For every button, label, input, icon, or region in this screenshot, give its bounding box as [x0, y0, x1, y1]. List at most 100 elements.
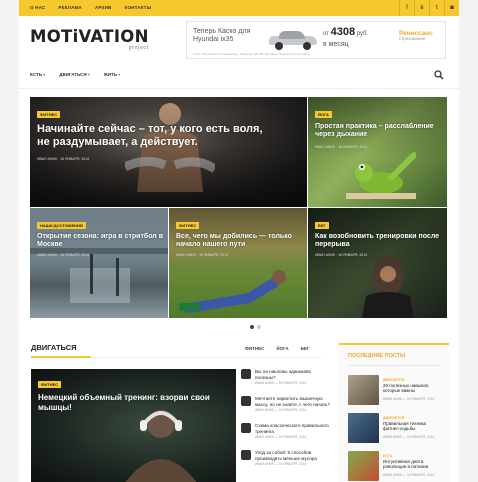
section-post-list: Вы ли наклоны одинаково полезны? ИВАН АН… — [241, 369, 331, 477]
insurer-sub: страхование — [399, 36, 426, 42]
list-thumb — [241, 450, 251, 460]
recent-post-thumb — [348, 451, 379, 481]
featured-tile-yoga[interactable]: ЙОГА Простая практика – расслабление чер… — [308, 97, 447, 207]
tile-author: ИВАН АНИК — [315, 145, 335, 149]
price-value: 4308 — [330, 26, 356, 38]
list-item-title[interactable]: Мечтаете нарастить мышечную массу, но не… — [255, 396, 331, 407]
tile-title[interactable]: Все, чего мы добились — только начало на… — [176, 233, 302, 250]
main-nav: ЕСТЬ ДВИГАТЬСЯ ЖИТЬ — [30, 72, 120, 77]
banner-headline: Теперь Каско для Hyundai ix35 — [193, 28, 250, 45]
price-suffix: руб. — [356, 31, 369, 37]
top-nav-about[interactable]: О НАС — [30, 5, 45, 10]
recent-post-date: ИВАН АНИК — 16 ЯНВАРЯ, 2014 — [383, 435, 435, 439]
recent-post-category[interactable]: ЕСТЬ — [383, 454, 392, 458]
list-item-date: ИВАН АНИК — 16 ЯНВАРЯ, 2014 — [255, 435, 307, 440]
banner-fine-print: ООО «Ренессанс Страхование». Лицензия ЦБ… — [193, 52, 311, 56]
recent-post-date: ИВАН АНИК — 16 ЯНВАРЯ, 2014 — [383, 397, 435, 401]
recent-post[interactable]: ЕСТЬ Интуитивная диета: революция в пита… — [348, 451, 444, 482]
recent-post-thumb — [348, 375, 379, 405]
slider-dot[interactable] — [250, 325, 254, 329]
tile-author: ИВАН АНИК — [176, 253, 196, 257]
banner-price: от 4308 руб. — [323, 26, 368, 38]
recent-posts-widget: ПОСЛЕДНИЕ ПОСТЫ ДВИГАЕТСЯ 20 полезных на… — [339, 343, 449, 482]
ad-banner[interactable]: Теперь Каско для Hyundai ix35 от 4308 ру… — [186, 21, 446, 59]
list-item[interactable]: Мечтаете нарастить мышечную массу, но не… — [241, 396, 331, 420]
insurer-logo: Ренессанс страхование — [399, 30, 433, 42]
slider-dot[interactable] — [257, 325, 261, 329]
nav-live[interactable]: ЖИТЬ — [104, 72, 120, 77]
top-nav-archive[interactable]: АРХИВ — [95, 5, 112, 10]
tile-date: 16 ЯНВАРЯ, 2014 — [338, 145, 368, 149]
featured-tile-main[interactable]: ФИТНЕС Начинайте сейчас – тот, у кого ес… — [30, 97, 307, 207]
page: О НАС РЕКЛАМА АРХИВ КОНТАКТЫ f в t ◙ MOT… — [19, 0, 459, 482]
tile-date: 16 ЯНВАРЯ, 2014 — [60, 157, 90, 161]
tab-run[interactable]: БЕГ — [301, 346, 310, 351]
tile-tag[interactable]: ФИТНЕС — [176, 222, 200, 229]
tile-date: 16 ЯНВАРЯ, 2014 — [199, 253, 229, 257]
list-item[interactable]: Вы ли наклоны одинаково полезны? ИВАН АН… — [241, 369, 331, 393]
tab-fitness[interactable]: ФИТНЕС — [245, 346, 264, 351]
list-item-date: ИВАН АНИК — 16 ЯНВАРЯ, 2014 — [255, 408, 307, 413]
list-item-date: ИВАН АНИК — 16 ЯНВАРЯ, 2014 — [255, 462, 307, 467]
tile-title[interactable]: Немецкий объемный тренинг: взорви свои м… — [38, 393, 218, 412]
featured-tile-run[interactable]: БЕГ Как возобновить тренировки после пер… — [308, 208, 447, 318]
banner-line1: Теперь Каско для — [193, 28, 251, 35]
list-thumb — [241, 369, 251, 379]
tile-date: 16 ЯНВАРЯ, 2014 — [338, 253, 368, 257]
recent-post-title[interactable]: 20 полезных навыков, которые важны — [383, 383, 443, 394]
recent-post[interactable]: ДВИГАЕТСЯ 20 полезных навыков, которые в… — [348, 375, 444, 407]
site-logo[interactable]: MOTiVATION project — [30, 27, 149, 50]
logo-text: MOTiVATION — [30, 27, 149, 46]
tile-title[interactable]: Начинайте сейчас – тот, у кого есть воля… — [37, 123, 277, 149]
section-featured-post[interactable]: ФИТНЕС Немецкий объемный тренинг: взорви… — [31, 369, 236, 482]
recent-post-thumb — [348, 413, 379, 443]
list-item[interactable]: Уход за собой: 5 способов производить ме… — [241, 450, 331, 474]
tile-tag[interactable]: НАШИ ДОСТИЖЕНИЯ — [37, 222, 86, 229]
list-item[interactable]: Схема классического правильного тренинга… — [241, 423, 331, 447]
top-nav-ads[interactable]: РЕКЛАМА — [58, 5, 82, 10]
featured-tile-fitness[interactable]: ФИТНЕС Все, чего мы добились — только на… — [169, 208, 307, 318]
tile-tag[interactable]: БЕГ — [315, 222, 329, 229]
nav-eat[interactable]: ЕСТЬ — [30, 72, 45, 77]
tile-title[interactable]: Как возобновить тренировки после перерыв… — [315, 233, 442, 250]
recent-post-title[interactable]: Интуитивная диета: революция в питании — [383, 459, 443, 470]
tile-tag[interactable]: ФИТНЕС — [38, 381, 62, 388]
social-links: f в t ◙ — [399, 0, 459, 16]
tile-meta: ИВАН АНИК · 16 ЯНВАРЯ, 2014 — [37, 157, 90, 161]
top-nav: О НАС РЕКЛАМА АРХИВ КОНТАКТЫ — [30, 5, 151, 10]
recent-post[interactable]: ДВИГАЕТСЯ Правильная техника фитнес-ходь… — [348, 413, 444, 445]
tile-meta: ИВАН АНИК · 16 ЯНВАРЯ, 2014 — [315, 145, 368, 149]
recent-post-category[interactable]: ДВИГАЕТСЯ — [383, 378, 404, 382]
facebook-icon[interactable]: f — [399, 0, 414, 16]
twitter-icon[interactable]: t — [429, 0, 444, 16]
recent-post-category[interactable]: ДВИГАЕТСЯ — [383, 416, 404, 420]
widget-divider — [348, 365, 440, 366]
section-tabs: ФИТНЕС ЙОГА БЕГ — [245, 346, 309, 351]
featured-tile-streetball[interactable]: НАШИ ДОСТИЖЕНИЯ Открытие сезона: игра в … — [30, 208, 168, 318]
tile-tag[interactable]: ЙОГА — [315, 111, 332, 118]
tile-title[interactable]: Открытие сезона: игра в стритбол в Москв… — [37, 233, 163, 250]
headphones-man-image — [125, 410, 197, 482]
tile-meta: ИВАН АНИК · 16 ЯНВАРЯ, 2014 — [315, 253, 368, 257]
instagram-icon[interactable]: ◙ — [444, 0, 459, 16]
recent-post-title[interactable]: Правильная техника фитнес-ходьбы — [383, 421, 443, 432]
vk-icon[interactable]: в — [414, 0, 429, 16]
list-item-title[interactable]: Схема классического правильного тренинга — [255, 423, 331, 434]
recent-post-date: ИВАН АНИК — 16 ЯНВАРЯ, 2014 — [383, 473, 435, 477]
list-thumb — [241, 396, 251, 406]
list-item-title[interactable]: Уход за собой: 5 способов производить ме… — [255, 450, 331, 461]
tab-yoga[interactable]: ЙОГА — [276, 346, 288, 351]
banner-line2: Hyundai ix35 — [193, 36, 234, 44]
nav-move[interactable]: ДВИГАТЬСЯ — [59, 72, 89, 77]
tile-author: ИВАН АНИК — [37, 157, 57, 161]
banner-per: в месяц — [323, 41, 349, 48]
price-prefix: от — [323, 31, 329, 37]
tile-meta: ИВАН АНИК · 16 ЯНВАРЯ, 2014 — [176, 253, 229, 257]
tile-title[interactable]: Простая практика – расслабление через ды… — [315, 123, 440, 140]
tile-tag[interactable]: ФИТНЕС — [37, 111, 61, 118]
slider-dots — [250, 325, 261, 329]
list-item-title[interactable]: Вы ли наклоны одинаково полезны? — [255, 369, 331, 380]
nav-divider — [19, 88, 459, 89]
top-nav-contacts[interactable]: КОНТАКТЫ — [125, 5, 152, 10]
search-icon[interactable] — [434, 70, 444, 80]
